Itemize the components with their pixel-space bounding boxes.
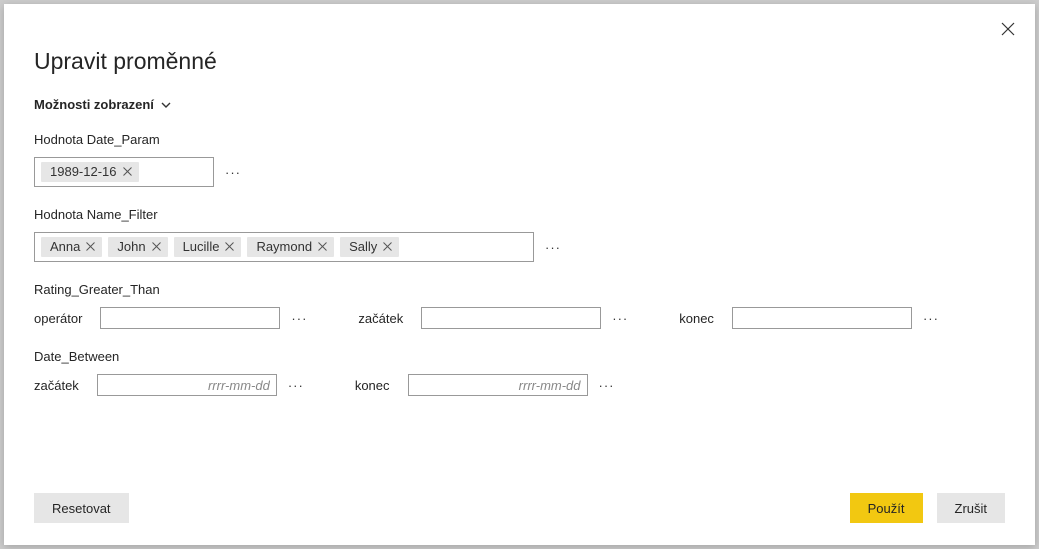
field-label: Rating_Greater_Than — [34, 282, 1005, 297]
token-remove-icon[interactable] — [86, 242, 95, 251]
more-menu-icon[interactable]: ··· — [598, 378, 616, 393]
token-label: 1989-12-16 — [50, 164, 117, 179]
date-param-tokenbox[interactable]: 1989-12-16 — [34, 157, 214, 187]
end-label: konec — [355, 378, 390, 393]
token-remove-icon[interactable] — [152, 242, 161, 251]
token-remove-icon[interactable] — [318, 242, 327, 251]
more-menu-icon[interactable]: ··· — [290, 311, 308, 326]
chevron-down-icon — [160, 99, 172, 111]
close-button[interactable] — [1001, 22, 1017, 38]
token-label: Sally — [349, 239, 377, 254]
reset-button[interactable]: Resetovat — [34, 493, 129, 523]
close-icon — [1001, 22, 1015, 36]
dialog-title: Upravit proměnné — [34, 48, 1005, 75]
dialog-footer: Resetovat Použít Zrušit — [34, 493, 1005, 523]
field-name-filter: Hodnota Name_Filter Anna John Lucille Ra… — [34, 207, 1005, 262]
field-date-param: Hodnota Date_Param 1989-12-16 ··· — [34, 132, 1005, 187]
token-remove-icon[interactable] — [225, 242, 234, 251]
edit-variables-dialog: Upravit proměnné Možnosti zobrazení Hodn… — [4, 4, 1035, 545]
token-remove-icon[interactable] — [383, 242, 392, 251]
field-label: Hodnota Name_Filter — [34, 207, 1005, 222]
token[interactable]: Lucille — [174, 237, 242, 257]
more-menu-icon[interactable]: ··· — [544, 240, 562, 255]
token-label: Anna — [50, 239, 80, 254]
end-label: konec — [679, 311, 714, 326]
field-date-between: Date_Between začátek ··· konec ··· — [34, 349, 1005, 396]
field-rating-greater-than: Rating_Greater_Than operátor ··· začátek… — [34, 282, 1005, 329]
date-end-input[interactable] — [408, 374, 588, 396]
end-input[interactable] — [732, 307, 912, 329]
token[interactable]: Raymond — [247, 237, 334, 257]
operator-label: operátor — [34, 311, 82, 326]
display-options-label: Možnosti zobrazení — [34, 97, 154, 112]
start-label: začátek — [358, 311, 403, 326]
field-label: Date_Between — [34, 349, 1005, 364]
cancel-button[interactable]: Zrušit — [937, 493, 1006, 523]
apply-button[interactable]: Použít — [850, 493, 923, 523]
more-menu-icon[interactable]: ··· — [922, 311, 940, 326]
token-label: John — [117, 239, 145, 254]
token[interactable]: Sally — [340, 237, 399, 257]
start-label: začátek — [34, 378, 79, 393]
name-filter-tokenbox[interactable]: Anna John Lucille Raymond Sally — [34, 232, 534, 262]
more-menu-icon[interactable]: ··· — [224, 165, 242, 180]
display-options-toggle[interactable]: Možnosti zobrazení — [34, 97, 1005, 112]
field-label: Hodnota Date_Param — [34, 132, 1005, 147]
token-label: Raymond — [256, 239, 312, 254]
start-input[interactable] — [421, 307, 601, 329]
operator-input[interactable] — [100, 307, 280, 329]
date-start-input[interactable] — [97, 374, 277, 396]
more-menu-icon[interactable]: ··· — [287, 378, 305, 393]
token-label: Lucille — [183, 239, 220, 254]
token[interactable]: Anna — [41, 237, 102, 257]
token[interactable]: 1989-12-16 — [41, 162, 139, 182]
more-menu-icon[interactable]: ··· — [611, 311, 629, 326]
token-remove-icon[interactable] — [123, 167, 132, 176]
token[interactable]: John — [108, 237, 167, 257]
